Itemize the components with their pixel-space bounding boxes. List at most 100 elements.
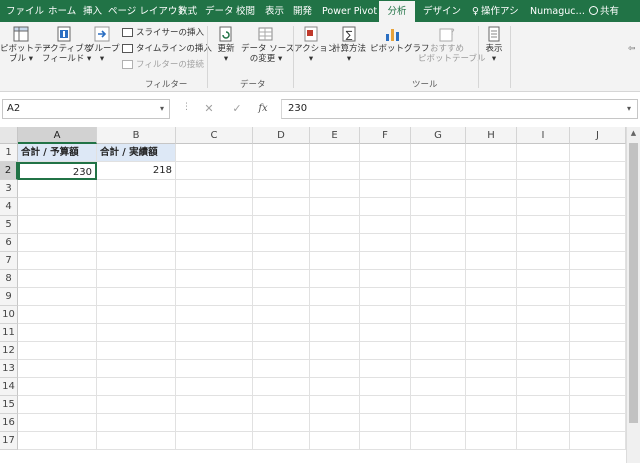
cell-j6[interactable] xyxy=(570,234,626,252)
cell-e13[interactable] xyxy=(310,360,360,378)
tab-view[interactable]: 表示 xyxy=(261,0,288,22)
cell-i14[interactable] xyxy=(517,378,570,396)
cell-i15[interactable] xyxy=(517,396,570,414)
column-header-g[interactable]: G xyxy=(411,127,466,144)
insert-slicer-button[interactable]: スライサーの挿入 xyxy=(122,26,204,40)
tab-design[interactable]: デザイン xyxy=(419,0,465,22)
cell-d11[interactable] xyxy=(253,324,310,342)
column-header-b[interactable]: B xyxy=(97,127,176,144)
cell-g14[interactable] xyxy=(411,378,466,396)
cell-i11[interactable] xyxy=(517,324,570,342)
row-header-12[interactable]: 12 xyxy=(0,342,18,360)
cell-e9[interactable] xyxy=(310,288,360,306)
cell-g2[interactable] xyxy=(411,162,466,180)
active-field-button[interactable]: アクティブな フィールド ▾ xyxy=(42,26,92,64)
cell-b5[interactable] xyxy=(97,216,176,234)
scroll-up-icon[interactable]: ▲ xyxy=(627,127,640,140)
cell-f17[interactable] xyxy=(360,432,411,450)
cell-h17[interactable] xyxy=(466,432,517,450)
column-header-i[interactable]: I xyxy=(517,127,570,144)
cell-c12[interactable] xyxy=(176,342,253,360)
cell-c17[interactable] xyxy=(176,432,253,450)
formula-bar-handle-icon[interactable]: ⋮ xyxy=(182,102,191,112)
cell-e12[interactable] xyxy=(310,342,360,360)
cell-h3[interactable] xyxy=(466,180,517,198)
cell-j14[interactable] xyxy=(570,378,626,396)
cell-h4[interactable] xyxy=(466,198,517,216)
row-header-2[interactable]: 2 xyxy=(0,162,18,180)
cell-d5[interactable] xyxy=(253,216,310,234)
cell-h11[interactable] xyxy=(466,324,517,342)
cell-b8[interactable] xyxy=(97,270,176,288)
row-header-8[interactable]: 8 xyxy=(0,270,18,288)
cell-g15[interactable] xyxy=(411,396,466,414)
cell-e6[interactable] xyxy=(310,234,360,252)
change-data-source-button[interactable]: データ ソース の変更 ▾ xyxy=(241,26,294,64)
share-button[interactable]: 共有 xyxy=(585,0,623,22)
cell-d4[interactable] xyxy=(253,198,310,216)
cell-h9[interactable] xyxy=(466,288,517,306)
cell-f7[interactable] xyxy=(360,252,411,270)
cell-f15[interactable] xyxy=(360,396,411,414)
tab-review[interactable]: 校閲 xyxy=(232,0,259,22)
cell-i16[interactable] xyxy=(517,414,570,432)
chevron-down-icon[interactable]: ▾ xyxy=(627,100,631,118)
cell-j15[interactable] xyxy=(570,396,626,414)
cell-e11[interactable] xyxy=(310,324,360,342)
actions-button[interactable]: アクション ▾ xyxy=(294,26,336,64)
cell-f10[interactable] xyxy=(360,306,411,324)
cell-c3[interactable] xyxy=(176,180,253,198)
cell-e17[interactable] xyxy=(310,432,360,450)
formula-input[interactable]: 230 ▾ xyxy=(281,99,638,119)
cell-c4[interactable] xyxy=(176,198,253,216)
cell-j8[interactable] xyxy=(570,270,626,288)
cell-j2[interactable] xyxy=(570,162,626,180)
cell-j12[interactable] xyxy=(570,342,626,360)
cell-j9[interactable] xyxy=(570,288,626,306)
cell-b3[interactable] xyxy=(97,180,176,198)
cell-g16[interactable] xyxy=(411,414,466,432)
cell-b1[interactable]: 合計 / 実績額 xyxy=(97,144,176,162)
cell-b9[interactable] xyxy=(97,288,176,306)
cell-g12[interactable] xyxy=(411,342,466,360)
cell-d9[interactable] xyxy=(253,288,310,306)
row-header-11[interactable]: 11 xyxy=(0,324,18,342)
cell-f4[interactable] xyxy=(360,198,411,216)
cell-h13[interactable] xyxy=(466,360,517,378)
cell-g8[interactable] xyxy=(411,270,466,288)
cell-f12[interactable] xyxy=(360,342,411,360)
cell-c15[interactable] xyxy=(176,396,253,414)
cell-h10[interactable] xyxy=(466,306,517,324)
cell-h15[interactable] xyxy=(466,396,517,414)
show-button[interactable]: 表示 ▾ xyxy=(481,26,507,64)
recommended-pivot-button[interactable]: ? おすすめ ピボットテーブル xyxy=(418,26,486,64)
cell-i1[interactable] xyxy=(517,144,570,162)
chevron-down-icon[interactable]: ▾ xyxy=(160,100,164,118)
cell-g6[interactable] xyxy=(411,234,466,252)
row-header-4[interactable]: 4 xyxy=(0,198,18,216)
cell-d10[interactable] xyxy=(253,306,310,324)
cell-f16[interactable] xyxy=(360,414,411,432)
collapse-ribbon-icon[interactable]: ⇦ xyxy=(628,44,636,54)
cell-b11[interactable] xyxy=(97,324,176,342)
cell-a16[interactable] xyxy=(18,414,97,432)
cell-d1[interactable] xyxy=(253,144,310,162)
select-all-corner[interactable] xyxy=(0,127,18,144)
column-header-f[interactable]: F xyxy=(360,127,411,144)
cell-b13[interactable] xyxy=(97,360,176,378)
cell-f13[interactable] xyxy=(360,360,411,378)
cell-f9[interactable] xyxy=(360,288,411,306)
cell-d3[interactable] xyxy=(253,180,310,198)
column-header-j[interactable]: J xyxy=(570,127,626,144)
cell-f14[interactable] xyxy=(360,378,411,396)
cell-f5[interactable] xyxy=(360,216,411,234)
cell-a12[interactable] xyxy=(18,342,97,360)
cell-a13[interactable] xyxy=(18,360,97,378)
cell-i17[interactable] xyxy=(517,432,570,450)
cell-f2[interactable] xyxy=(360,162,411,180)
cell-c8[interactable] xyxy=(176,270,253,288)
cell-i9[interactable] xyxy=(517,288,570,306)
tab-home[interactable]: ホーム xyxy=(44,0,80,22)
cell-c11[interactable] xyxy=(176,324,253,342)
cell-a4[interactable] xyxy=(18,198,97,216)
